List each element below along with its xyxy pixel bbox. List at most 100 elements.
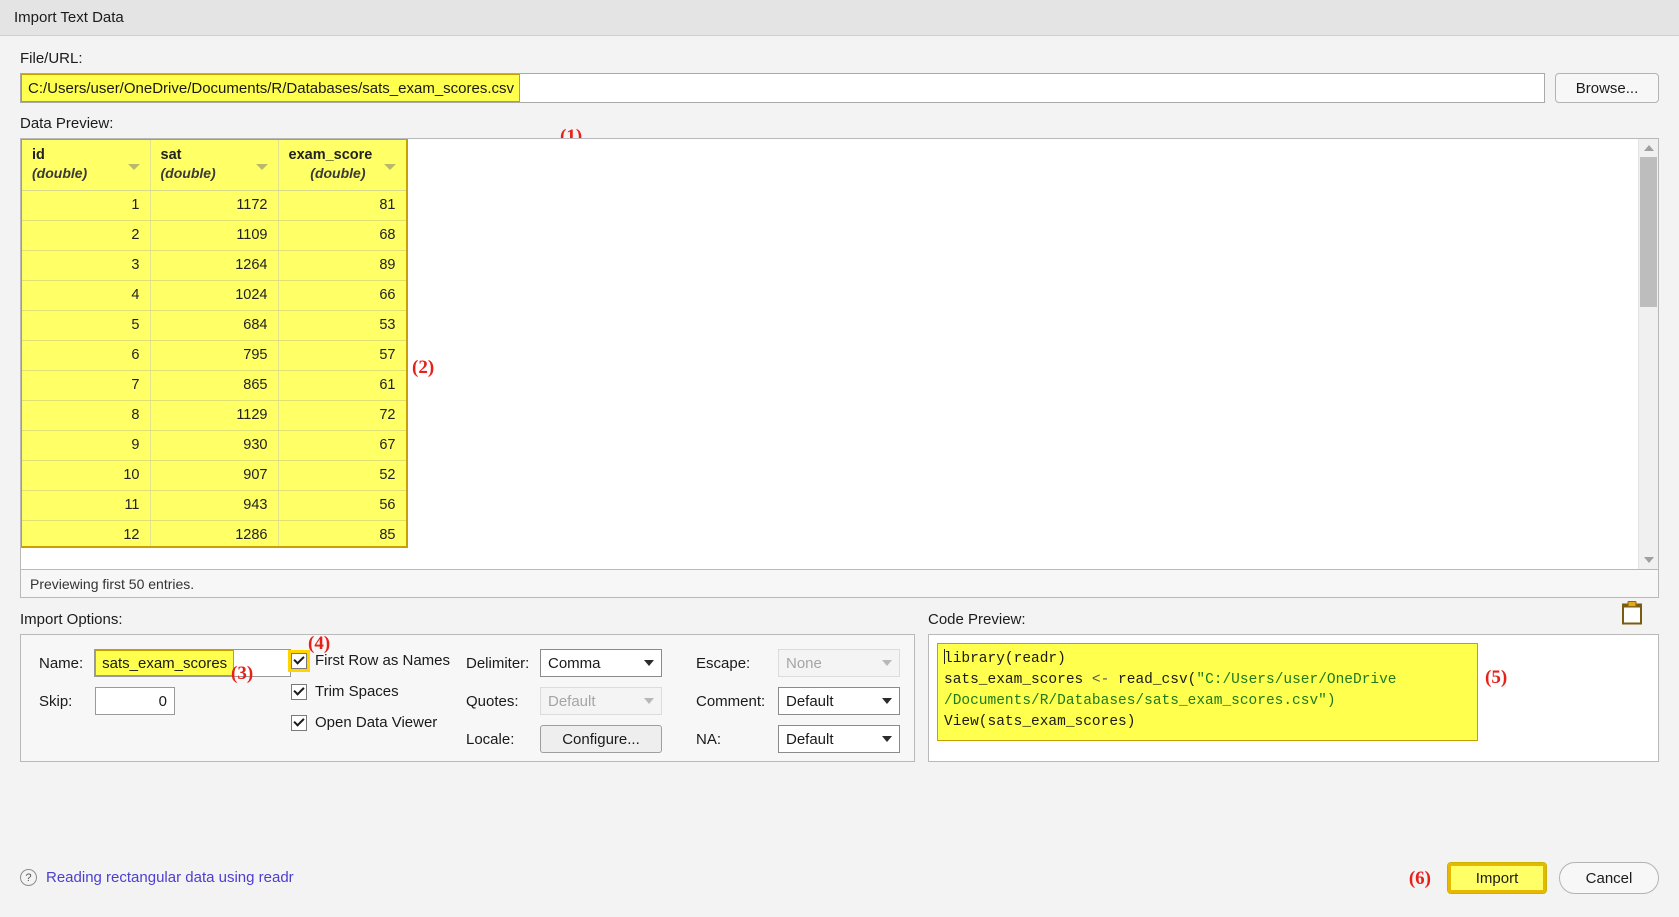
cancel-button[interactable]: Cancel: [1559, 862, 1659, 894]
column-type: (double): [310, 165, 366, 181]
column-header-sat[interactable]: sat (double): [150, 140, 279, 191]
table-cell: 10: [22, 460, 151, 491]
skip-field-row: Skip: 0: [39, 687, 291, 715]
table-cell: 1286: [150, 520, 279, 546]
scrollbar-thumb[interactable]: [1640, 157, 1657, 307]
annotation-4: (4): [308, 633, 331, 654]
options-delimiter-group: Delimiter: Comma Quotes: Default Locale:…: [466, 649, 696, 761]
code-line-2-op: <-: [1083, 672, 1119, 688]
code-line-4: View(sats_exam_scores): [944, 714, 1136, 730]
window-title: Import Text Data: [14, 9, 124, 26]
table-cell: 1129: [150, 400, 279, 431]
quotes-label: Quotes:: [466, 692, 519, 710]
table-row: 9 930 67: [22, 430, 406, 461]
table-cell: 66: [278, 280, 406, 311]
table-cell: 53: [278, 310, 406, 341]
table-cell: 52: [278, 460, 406, 491]
table-cell: 61: [278, 370, 406, 401]
import-options-column: Import Options: Name: sats_exam_scores S…: [20, 611, 915, 762]
table-row: 5 684 53: [22, 310, 406, 341]
table-cell: 11: [22, 490, 151, 521]
chevron-down-icon: [882, 660, 892, 666]
clipboard-icon[interactable]: [1621, 601, 1643, 625]
browse-button[interactable]: Browse...: [1555, 73, 1659, 103]
chevron-down-icon: [644, 660, 654, 666]
delimiter-value: Comma: [548, 654, 601, 672]
checkbox-icon[interactable]: [291, 714, 307, 731]
table-cell: 795: [150, 340, 279, 371]
data-preview-grid[interactable]: id (double) sat (double) exam_score (dou…: [21, 139, 408, 548]
table-row: 11 943 56: [22, 490, 406, 521]
configure-locale-button[interactable]: Configure...: [540, 725, 662, 753]
locale-row: Locale: Configure...: [466, 725, 696, 753]
table-cell: 12: [22, 520, 151, 546]
preview-empty-area: [408, 139, 1658, 569]
chevron-down-icon[interactable]: [127, 164, 140, 170]
table-cell: 943: [150, 490, 279, 521]
comment-select[interactable]: Default: [778, 687, 900, 715]
na-select[interactable]: Default: [778, 725, 900, 753]
column-type: (double): [32, 165, 88, 181]
table-cell: 9: [22, 430, 151, 461]
table-cell: 1: [22, 190, 151, 221]
code-line-2-path: "C:/Users/user/OneDrive: [1196, 672, 1397, 688]
checkbox-trim-spaces[interactable]: Trim Spaces: [291, 681, 466, 702]
checkbox-open-data-viewer[interactable]: Open Data Viewer: [291, 712, 466, 733]
checkbox-icon[interactable]: [291, 683, 307, 700]
options-escape-group: Escape: None Comment: Default NA: Defaul…: [696, 649, 911, 761]
table-cell: 8: [22, 400, 151, 431]
table-cell: 85: [278, 520, 406, 546]
help-link[interactable]: ? Reading rectangular data using readr: [20, 869, 294, 886]
table-cell: 1264: [150, 250, 279, 281]
table-cell: 1109: [150, 220, 279, 251]
scrollbar-track[interactable]: [1639, 157, 1658, 551]
table-cell: 81: [278, 190, 406, 221]
name-input[interactable]: sats_exam_scores: [94, 649, 291, 677]
table-cell: 1024: [150, 280, 279, 311]
na-row: NA: Default: [696, 725, 911, 753]
table-cell: 89: [278, 250, 406, 281]
table-cell: 865: [150, 370, 279, 401]
column-type: (double): [160, 165, 216, 181]
chevron-down-icon[interactable]: [255, 164, 268, 170]
table-cell: 68: [278, 220, 406, 251]
code-preview-box[interactable]: library(readr) sats_exam_scores <- read_…: [928, 634, 1659, 762]
annotation-6: (6): [1408, 868, 1431, 889]
table-row: 8 1129 72: [22, 400, 406, 431]
chevron-down-icon[interactable]: [383, 164, 396, 170]
table-cell: 930: [150, 430, 279, 461]
import-options-label: Import Options:: [20, 611, 123, 628]
code-preview-column: Code Preview: library(readr) sats_exam_s…: [928, 601, 1659, 762]
quotes-select[interactable]: Default: [540, 687, 662, 715]
data-preview-label: Data Preview:: [20, 115, 114, 132]
options-checkbox-group: First Row as Names Trim Spaces Open Data…: [288, 649, 466, 761]
skip-input[interactable]: 0: [95, 687, 175, 715]
checkbox-icon[interactable]: [288, 649, 310, 672]
delimiter-select[interactable]: Comma: [540, 649, 662, 677]
chevron-down-icon: [882, 698, 892, 704]
scroll-down-arrow-icon[interactable]: [1639, 551, 1658, 569]
table-cell: 2: [22, 220, 151, 251]
chevron-down-icon: [882, 736, 892, 742]
escape-select[interactable]: None: [778, 649, 900, 677]
preview-status-bar: Previewing first 50 entries.: [20, 570, 1659, 598]
dialog-footer: ? Reading rectangular data using readr (…: [0, 855, 1679, 917]
footer-buttons: (6) Import Cancel: [1409, 862, 1659, 894]
scroll-up-arrow-icon[interactable]: [1639, 139, 1658, 157]
table-row: 1 1172 81: [22, 190, 406, 221]
column-header-exam-score[interactable]: exam_score (double): [278, 140, 406, 191]
code-line-1: library(readr): [944, 651, 1066, 667]
import-button[interactable]: Import: [1447, 862, 1547, 894]
locale-label: Locale:: [466, 730, 515, 748]
help-link-text: Reading rectangular data using readr: [46, 869, 294, 886]
code-line-2-call: read_csv(: [1118, 672, 1197, 688]
table-cell: 4: [22, 280, 151, 311]
table-row: 6 795 57: [22, 340, 406, 371]
bottom-section: Import Options: Name: sats_exam_scores S…: [20, 601, 1659, 762]
skip-input-value: 0: [158, 692, 167, 710]
file-url-input[interactable]: C:/Users/user/OneDrive/Documents/R/Datab…: [20, 73, 1545, 103]
column-header-id[interactable]: id (double): [22, 140, 151, 191]
table-row: 3 1264 89: [22, 250, 406, 281]
checkbox-label: Open Data Viewer: [315, 714, 438, 731]
preview-vertical-scrollbar[interactable]: [1638, 139, 1658, 569]
